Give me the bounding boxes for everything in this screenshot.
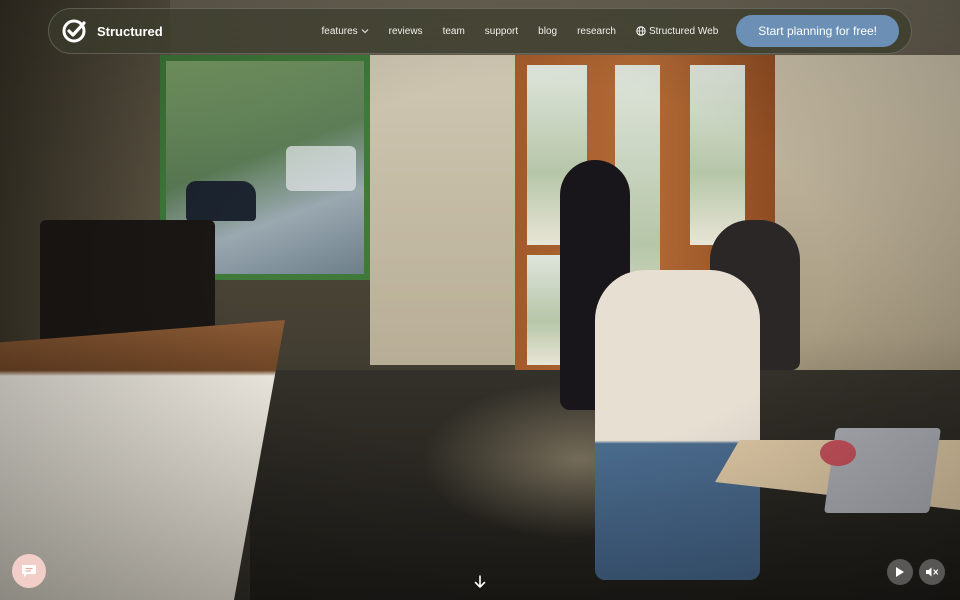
nav-links: features reviews team support blog resea… bbox=[322, 26, 719, 37]
nav-link-blog[interactable]: blog bbox=[538, 26, 557, 37]
hero-background-video bbox=[0, 0, 960, 600]
nav-link-team[interactable]: team bbox=[443, 26, 465, 37]
mute-button[interactable] bbox=[919, 559, 945, 585]
speaker-muted-icon bbox=[926, 567, 939, 577]
structured-logo-icon bbox=[62, 19, 86, 43]
globe-icon bbox=[636, 26, 646, 36]
brand-link[interactable]: Structured bbox=[61, 17, 163, 45]
play-button[interactable] bbox=[887, 559, 913, 585]
chat-icon bbox=[22, 565, 36, 577]
nav-link-research[interactable]: research bbox=[577, 26, 616, 37]
nav-link-support[interactable]: support bbox=[485, 26, 518, 37]
scroll-down-button[interactable] bbox=[472, 574, 488, 590]
top-nav: Structured features reviews team support… bbox=[48, 8, 912, 54]
start-planning-button[interactable]: Start planning for free! bbox=[736, 15, 899, 47]
nav-link-structured-web[interactable]: Structured Web bbox=[636, 26, 718, 37]
brand-name: Structured bbox=[97, 23, 163, 39]
play-icon bbox=[896, 567, 904, 577]
nav-link-reviews[interactable]: reviews bbox=[389, 26, 423, 37]
nav-link-features[interactable]: features bbox=[322, 26, 369, 37]
chat-button[interactable] bbox=[12, 554, 46, 588]
chevron-down-icon bbox=[361, 29, 369, 34]
arrow-down-icon bbox=[474, 575, 486, 588]
